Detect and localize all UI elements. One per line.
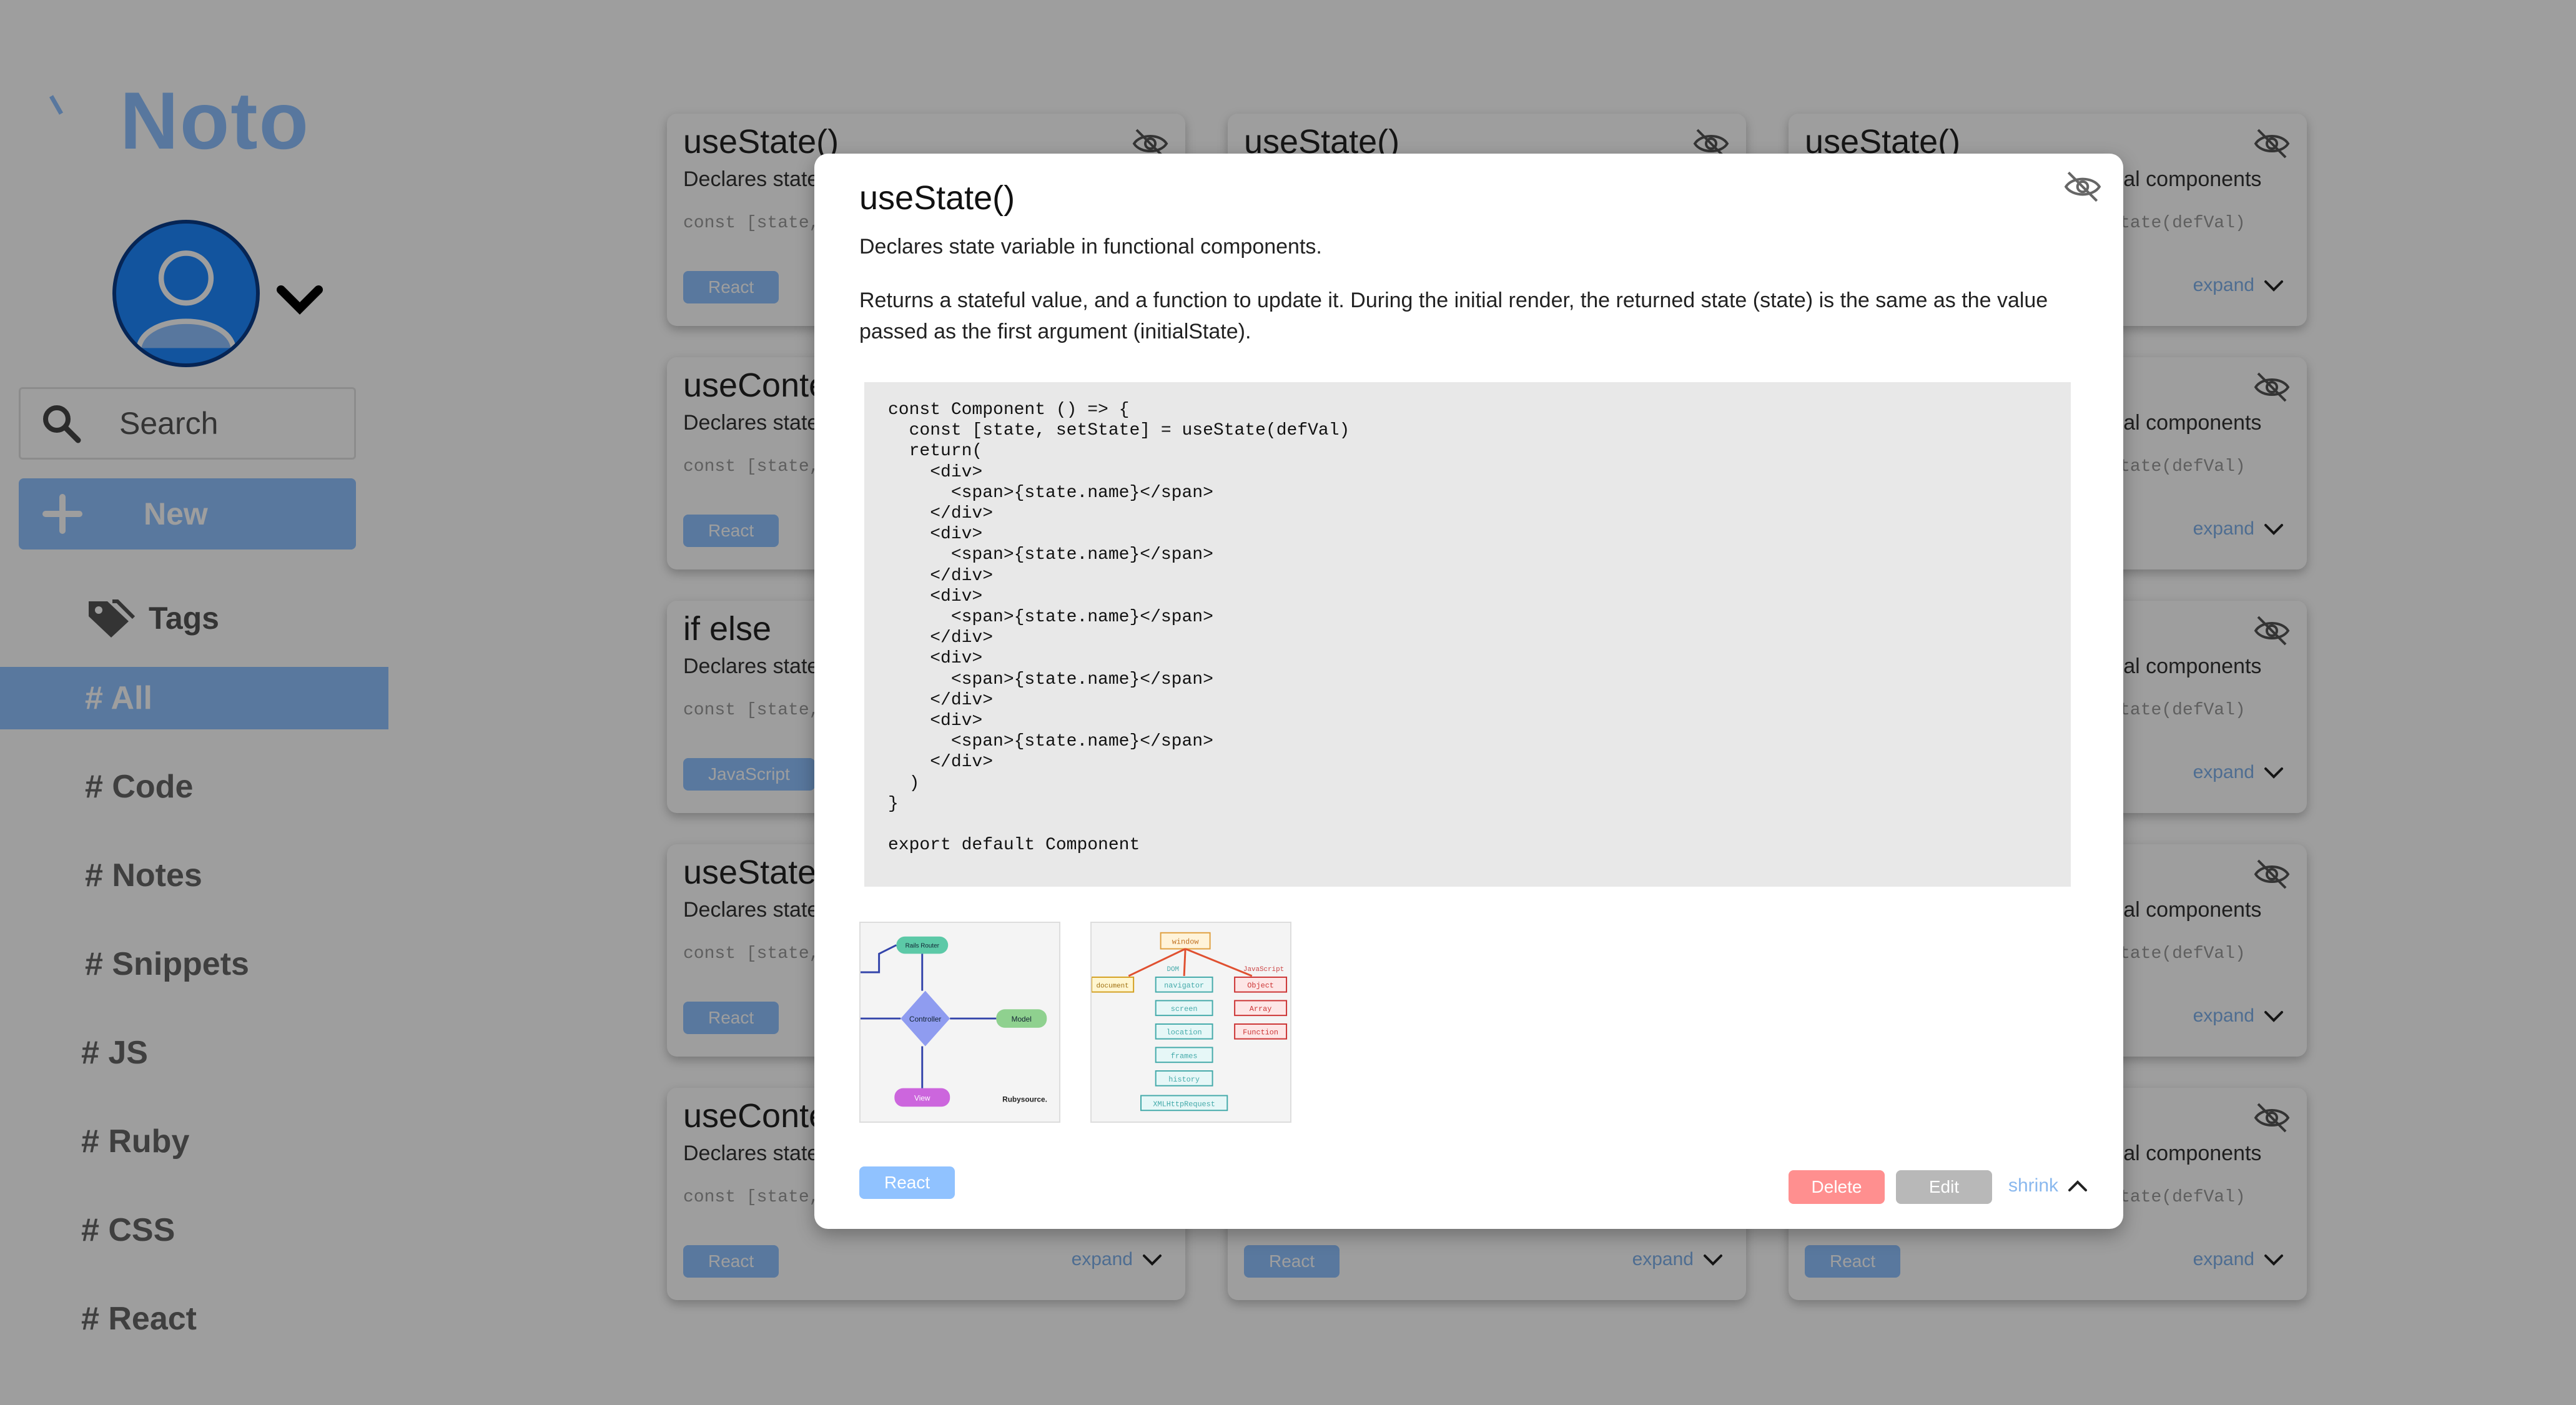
dom-label-dom: DOM xyxy=(1167,966,1179,974)
dom-diagram-thumbnail[interactable]: window DOM JavaScript document navigator… xyxy=(1090,922,1291,1123)
dom-label-xhr: XMLHttpRequest xyxy=(1153,1100,1215,1108)
dom-label-navigator: navigator xyxy=(1164,982,1204,990)
mvc-label-router: Rails Router xyxy=(906,943,940,950)
edit-button[interactable]: Edit xyxy=(1896,1170,1992,1204)
dom-label-object: Object xyxy=(1247,982,1274,990)
shrink-button[interactable]: shrink xyxy=(2008,1175,2088,1196)
mvc-diagram: Rails Router Controller Model View Rubys… xyxy=(861,923,1059,1122)
mvc-label-source: Rubysource. xyxy=(1002,1095,1047,1103)
dom-label-function: Function xyxy=(1243,1028,1278,1037)
dom-label-array: Array xyxy=(1250,1005,1272,1013)
dom-label-location: location xyxy=(1167,1028,1202,1037)
delete-button[interactable]: Delete xyxy=(1789,1170,1885,1204)
mvc-label-view: View xyxy=(914,1093,930,1102)
dom-label-js: JavaScript xyxy=(1243,966,1284,974)
dom-label-document: document xyxy=(1097,983,1129,990)
dom-label-history: history xyxy=(1168,1075,1200,1084)
shrink-label: shrink xyxy=(2008,1175,2059,1196)
modal-body-text: Returns a stateful value, and a function… xyxy=(859,288,2048,343)
mvc-label-controller: Controller xyxy=(909,1015,941,1023)
mvc-label-model: Model xyxy=(1012,1015,1032,1023)
dom-label-screen: screen xyxy=(1171,1005,1198,1013)
modal-tag[interactable]: React xyxy=(859,1166,955,1199)
note-detail-modal: useState() Declares state variable in fu… xyxy=(814,154,2123,1229)
modal-summary: Declares state variable in functional co… xyxy=(859,235,1322,259)
eye-off-icon[interactable] xyxy=(2062,166,2103,207)
dom-label-frames: frames xyxy=(1171,1052,1198,1060)
dom-diagram: window DOM JavaScript document navigator… xyxy=(1092,923,1290,1122)
chevron-up-icon xyxy=(2068,1180,2088,1191)
modal-code-block: const Component () => { const [state, se… xyxy=(864,382,2071,887)
dom-label-window: window xyxy=(1172,938,1199,947)
mvc-diagram-thumbnail[interactable]: Rails Router Controller Model View Rubys… xyxy=(859,922,1060,1123)
modal-title: useState() xyxy=(859,179,1015,217)
